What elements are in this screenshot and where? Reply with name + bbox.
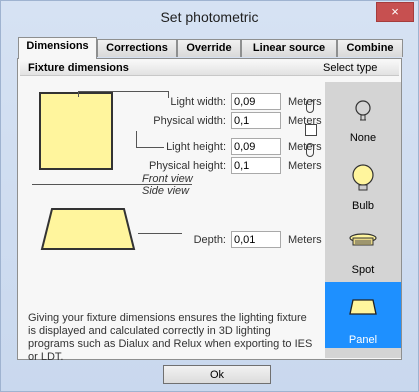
tab-corrections[interactable]: Corrections [97,39,177,57]
tab-combine[interactable]: Combine [337,39,403,57]
light-height-label: Light height: [166,141,226,153]
front-view-diagram [39,92,113,170]
window-title: Set photometric [160,9,259,25]
type-panel-label: Panel [348,334,378,346]
type-none[interactable]: None [325,90,401,150]
ok-button[interactable]: Ok [163,365,271,384]
light-width-input[interactable] [231,93,281,110]
physical-width-input[interactable] [231,112,281,129]
side-view-diagram [40,208,136,250]
dimensions-form: Light width: Meters Physical width: Mete… [20,77,322,363]
type-none-label: None [349,132,377,144]
light-height-unit: Meters [288,141,322,153]
light-width-unit: Meters [288,96,322,108]
select-type-label: Select type [323,62,378,74]
bulb-icon [352,164,374,191]
connector-line [78,91,168,92]
info-note: Giving your fixture dimensions ensures t… [28,312,313,363]
front-view-fixture [39,92,113,170]
front-view-label: Front view [142,173,193,185]
type-spot-label: Spot [351,264,375,276]
dialog-footer: Ok [1,360,418,392]
light-height-input[interactable] [231,138,281,155]
chain-link-icon[interactable] [306,143,314,157]
dialog-window: Set photometric × Dimensions Corrections… [0,0,419,392]
tab-override[interactable]: Override [177,39,241,57]
type-bulb[interactable]: Bulb [325,154,401,214]
connector-line [136,131,137,147]
chain-link-icon[interactable] [306,99,314,113]
physical-height-unit: Meters [288,160,322,172]
tab-linear-source[interactable]: Linear source [241,39,337,57]
dimensions-panel: Fixture dimensions Select type Light wid… [17,58,402,363]
light-width-label: Light width: [170,96,226,108]
group-title: Fixture dimensions [28,62,129,74]
physical-height-label: Physical height: [148,160,226,172]
tab-dimensions[interactable]: Dimensions [18,37,97,59]
type-bulb-label: Bulb [351,200,375,212]
physical-width-label: Physical width: [153,115,226,127]
type-spot[interactable]: Spot [325,218,401,278]
physical-height-input[interactable] [231,157,281,174]
depth-unit: Meters [288,234,322,246]
close-button[interactable]: × [376,2,414,22]
side-view-label: Side view [142,185,190,197]
side-view-fixture [40,208,136,250]
type-panel[interactable]: Panel [325,282,401,348]
title-bar: Set photometric × [1,1,418,31]
type-selector: None Bulb Spot Panel [325,82,401,358]
empty-bulb-icon [355,100,371,121]
group-header: Fixture dimensions Select type [20,61,399,76]
panel-icon [349,299,377,315]
depth-label: Depth: [193,234,226,246]
spot-icon [349,233,377,246]
depth-input[interactable] [231,231,281,248]
lock-proportions-checkbox[interactable] [305,124,317,136]
